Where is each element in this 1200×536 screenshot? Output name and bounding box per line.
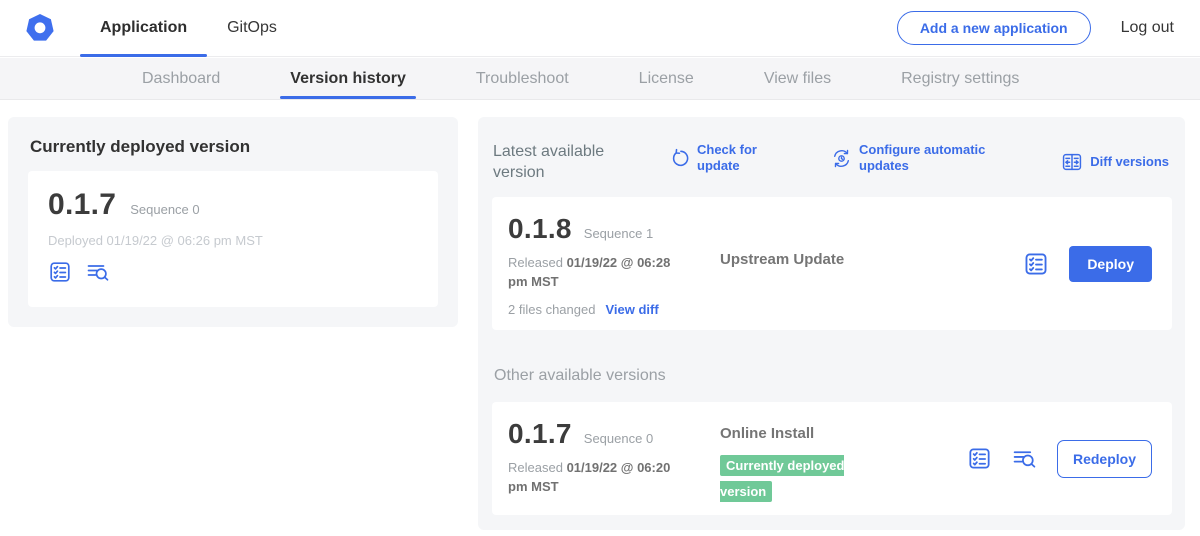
currently-deployed-title: Currently deployed version	[30, 137, 458, 157]
check-for-update-label: Check for update	[697, 142, 769, 175]
release-notes-icon[interactable]	[48, 260, 72, 284]
latest-release-sequence: Sequence 1	[584, 226, 653, 241]
latest-release-actions: Deploy	[1023, 213, 1156, 314]
latest-release-version: 0.1.8	[508, 213, 572, 245]
nav-tab-application[interactable]: Application	[80, 0, 207, 56]
latest-available-header: Latest available version Check for updat…	[493, 142, 1169, 184]
subnav-item-license-label: License	[639, 70, 694, 88]
latest-release-info: 0.1.8 Sequence 1 Released 01/19/22 @ 06:…	[508, 213, 720, 314]
latest-release-card: 0.1.8 Sequence 1 Released 01/19/22 @ 06:…	[492, 197, 1172, 330]
nav-tab-application-label: Application	[100, 19, 187, 37]
latest-release-source-col: Upstream Update	[720, 213, 1023, 314]
subnav-item-troubleshoot-label: Troubleshoot	[476, 70, 569, 88]
latest-available-title: Latest available version	[493, 142, 625, 184]
subnav-item-dashboard-label: Dashboard	[142, 70, 220, 88]
currently-deployed-card: 0.1.7 Sequence 0 Deployed 01/19/22 @ 06:…	[28, 171, 438, 307]
other-version-source: Online Install	[720, 425, 814, 442]
subnav-item-view-files[interactable]: View files	[764, 58, 831, 99]
current-version-actions	[48, 260, 418, 284]
files-changed-count: 2 files changed	[508, 302, 595, 317]
diff-versions-icon	[1061, 151, 1083, 173]
version-line: 0.1.8 Sequence 1	[508, 213, 720, 245]
subnav-item-license[interactable]: License	[639, 58, 694, 99]
other-version-timestamp: Released 01/19/22 @ 06:20 pm MST	[508, 459, 690, 497]
current-version-number: 0.1.7	[48, 188, 116, 222]
auto-update-clock-icon	[831, 148, 852, 169]
files-changed-line: 2 files changed View diff	[508, 302, 720, 317]
subnav-item-registry-settings[interactable]: Registry settings	[901, 58, 1019, 99]
current-deployed-timestamp: Deployed 01/19/22 @ 06:26 pm MST	[48, 233, 418, 248]
latest-release-source: Upstream Update	[720, 251, 844, 268]
header-right: Add a new application Log out	[897, 11, 1174, 45]
configure-automatic-updates-link[interactable]: Configure automatic updates	[831, 142, 1007, 175]
view-diff-link[interactable]: View diff	[605, 302, 658, 317]
configure-automatic-updates-label: Configure automatic updates	[859, 142, 1007, 175]
subnav-item-version-history[interactable]: Version history	[290, 58, 406, 99]
deployed-badge-wrap: Currently deployed version	[720, 453, 862, 506]
add-application-button[interactable]: Add a new application	[897, 11, 1091, 45]
other-version-info: 0.1.7 Sequence 0 Released 01/19/22 @ 06:…	[508, 418, 720, 499]
other-version-number: 0.1.7	[508, 418, 572, 450]
version-line: 0.1.7 Sequence 0	[48, 188, 418, 222]
primary-nav: Application GitOps	[80, 0, 297, 56]
currently-deployed-panel: Currently deployed version 0.1.7 Sequenc…	[8, 117, 458, 327]
deploy-logs-icon[interactable]	[86, 260, 110, 284]
check-for-update-link[interactable]: Check for update	[669, 142, 769, 175]
version-line: 0.1.7 Sequence 0	[508, 418, 720, 450]
subnav-item-dashboard[interactable]: Dashboard	[142, 58, 220, 99]
subnav-item-registry-settings-label: Registry settings	[901, 70, 1019, 88]
latest-available-panel: Latest available version Check for updat…	[478, 117, 1185, 530]
redeploy-button[interactable]: Redeploy	[1057, 440, 1152, 478]
other-versions-title: Other available versions	[494, 367, 666, 385]
nav-tab-gitops[interactable]: GitOps	[207, 0, 297, 56]
app-header: Application GitOps Add a new application…	[0, 0, 1200, 57]
app-subnav: Dashboard Version history Troubleshoot L…	[0, 58, 1200, 100]
other-version-actions: Redeploy	[967, 418, 1156, 499]
nav-tab-gitops-label: GitOps	[227, 19, 277, 37]
release-notes-icon[interactable]	[967, 446, 992, 471]
kots-logo-icon[interactable]	[24, 12, 56, 44]
released-prefix: Released	[508, 255, 563, 270]
deploy-logs-icon[interactable]	[1012, 446, 1037, 471]
refresh-icon	[669, 148, 690, 169]
other-version-source-col: Online Install Currently deployed versio…	[720, 418, 967, 499]
subnav-item-version-history-label: Version history	[290, 70, 406, 88]
latest-release-timestamp: Released 01/19/22 @ 06:28 pm MST	[508, 254, 690, 292]
subnav-item-troubleshoot[interactable]: Troubleshoot	[476, 58, 569, 99]
other-version-sequence: Sequence 0	[584, 431, 653, 446]
diff-versions-link[interactable]: Diff versions	[1061, 151, 1169, 173]
released-prefix: Released	[508, 460, 563, 475]
release-notes-icon[interactable]	[1023, 251, 1049, 277]
deploy-button[interactable]: Deploy	[1069, 246, 1152, 282]
other-version-card: 0.1.7 Sequence 0 Released 01/19/22 @ 06:…	[492, 402, 1172, 515]
current-version-sequence: Sequence 0	[130, 202, 199, 217]
logout-link[interactable]: Log out	[1121, 19, 1174, 37]
currently-deployed-badge: Currently deployed version	[720, 455, 844, 502]
diff-versions-label: Diff versions	[1090, 154, 1169, 170]
subnav-item-view-files-label: View files	[764, 70, 831, 88]
